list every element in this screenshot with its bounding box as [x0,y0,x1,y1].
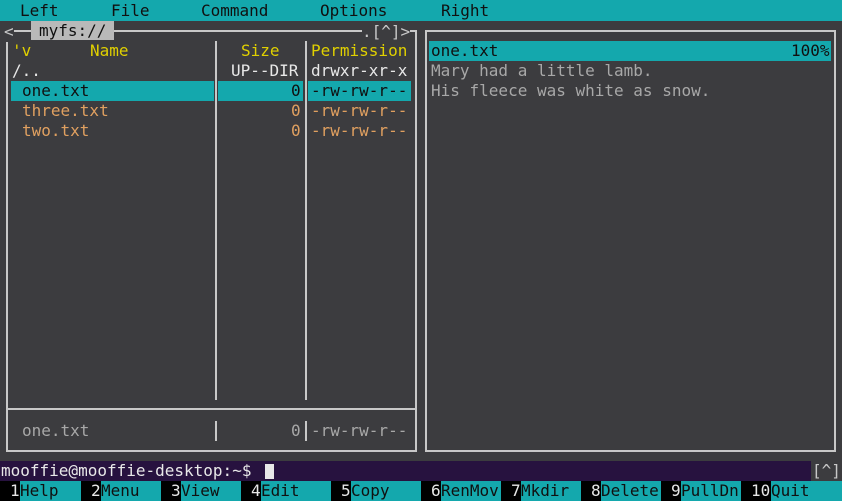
column-divider [305,41,307,400]
function-key-bar: 1 Help 2 Menu 3 View 4 Edit 5 Copy 6 Ren… [0,481,842,501]
left-panel-corner-left[interactable]: < [4,22,14,42]
file-size: 0 [291,101,301,120]
fkey-number: 8 [591,481,601,500]
file-size: UP--DIR [231,61,299,80]
file-name: three.txt [22,101,109,120]
column-header-name[interactable]: Name [90,41,129,61]
fkey-delete[interactable]: Delete [601,481,661,501]
fkey-quit[interactable]: Quit [771,481,842,501]
fkey-number: 5 [341,481,351,500]
file-permission: -rw-rw-r-- [311,81,408,100]
file-permission: -rw-rw-r-- [311,101,408,120]
fkey-number: 1 [10,481,20,500]
menu-command[interactable]: Command [201,1,268,21]
status-file-permission: -rw-rw-r-- [311,421,408,440]
status-divider [305,421,307,441]
left-panel-title: myfs:// [31,21,115,40]
fkey-number: 4 [251,481,261,500]
menu-bar: Left File Command Options Right [0,0,842,21]
file-size: 0 [291,81,301,100]
file-size: 0 [291,121,301,140]
command-line[interactable]: mooffie@mooffie-desktop:~$ [0,461,811,481]
status-file-name: one.txt [22,421,90,440]
fkey-renmov[interactable]: RenMov [441,481,501,501]
menu-right[interactable]: Right [441,1,489,21]
fkey-mkdir[interactable]: Mkdir [521,481,581,501]
fkey-help[interactable]: Help [20,481,81,501]
viewer-percent: 100% [791,41,830,60]
fkey-edit[interactable]: Edit [261,481,331,501]
column-header-permission[interactable]: Permission [311,41,407,61]
column-header-size[interactable]: Size [241,41,280,61]
panel-status-divider [8,408,415,410]
file-permission: -rw-rw-r-- [311,121,408,140]
text-cursor [265,464,274,479]
menu-options[interactable]: Options [320,1,387,21]
column-divider [215,41,217,400]
file-name: two.txt [22,121,90,140]
fkey-copy[interactable]: Copy [351,481,421,501]
shell-prompt: mooffie@mooffie-desktop:~$ [1,461,252,480]
status-file-size: 0 [291,421,301,440]
fkey-menu[interactable]: Menu [101,481,161,501]
viewer-file-name: one.txt [431,41,499,60]
file-name: /.. [12,61,41,80]
menu-file[interactable]: File [111,1,150,21]
history-toggle[interactable]: [^] [812,461,841,481]
file-permission: drwxr-xr-x [311,61,408,80]
viewer-line: Mary had a little lamb. [431,61,653,80]
menu-left[interactable]: Left [20,1,59,21]
file-name: one.txt [22,81,90,100]
command-history-corner[interactable]: [^] [811,461,842,481]
fkey-number: 2 [91,481,101,500]
viewer-line: His fleece was white as snow. [431,81,711,100]
fkey-number: 3 [171,481,181,500]
fkey-number: 9 [671,481,681,500]
fkey-pulldn[interactable]: PullDn [681,481,741,501]
fkey-view[interactable]: View [181,481,241,501]
fkey-number: 6 [431,481,441,500]
fkey-number: 7 [511,481,521,500]
sort-indicator[interactable]: 'v [12,41,31,61]
left-panel-corner-right[interactable]: .[^]> [362,22,411,42]
fkey-number: 10 [751,481,771,500]
status-divider [215,421,217,441]
